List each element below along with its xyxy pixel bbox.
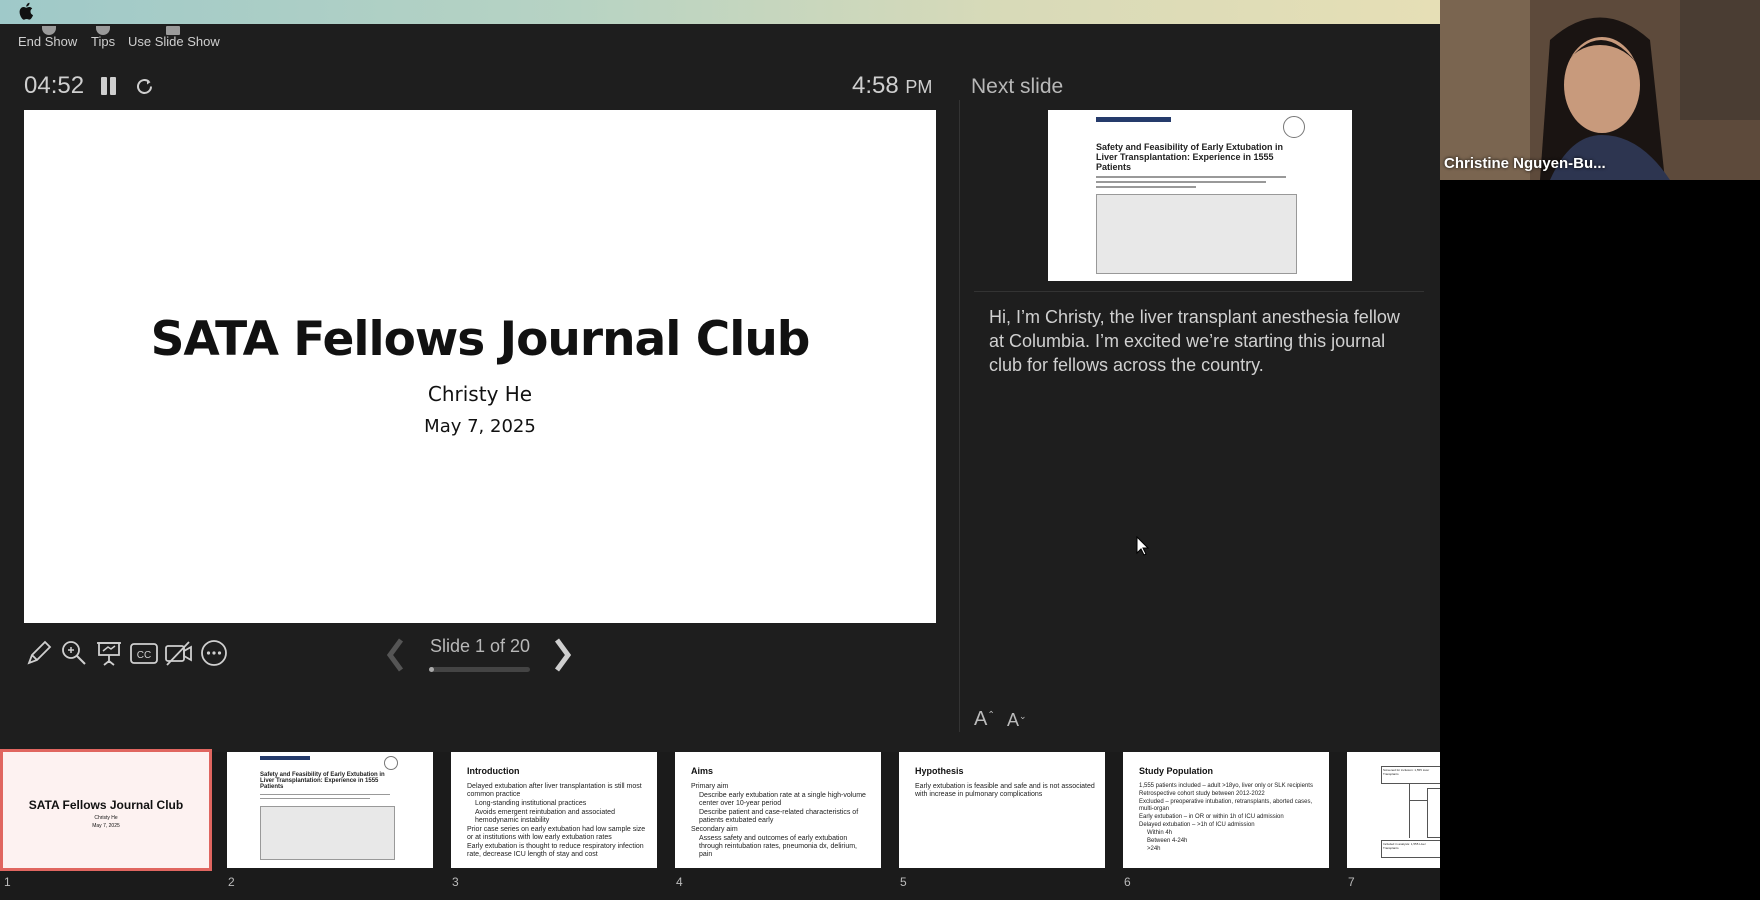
end-show-button[interactable]: End Show	[18, 26, 78, 49]
slide-author: Christy He	[427, 382, 533, 406]
next-slide-button[interactable]	[550, 636, 574, 674]
presenter-toolbar: End Show Tips Use Slide Show	[0, 24, 1440, 58]
thumb-title: Study Population	[1139, 766, 1213, 776]
thumb-bullets: Primary aim Describe early extubation ra…	[691, 783, 866, 858]
pen-tool-button[interactable]	[24, 638, 54, 670]
participant-avatar	[1440, 0, 1760, 180]
slide-counter: Slide 1 of 20	[429, 636, 531, 656]
thumb-title: Introduction	[467, 766, 520, 776]
thumb-title: Hypothesis	[915, 766, 964, 776]
thumb-number: 5	[900, 875, 907, 889]
slide-thumbnail-7[interactable]: Screened for inclusion: 1,555 Liver Tran…	[1347, 752, 1440, 868]
more-options-button[interactable]	[199, 638, 229, 670]
tips-button[interactable]: Tips	[91, 26, 116, 49]
end-show-label: End Show	[18, 34, 78, 49]
increase-font-icon: A	[974, 708, 988, 730]
next-slide-label: Next slide	[971, 75, 1064, 98]
camera-off-icon	[165, 641, 192, 666]
elapsed-timer: 04:52	[24, 72, 85, 99]
journal-seal-icon	[384, 756, 398, 770]
slide-thumbnail-2[interactable]: Safety and Feasibility of Early Extubati…	[227, 752, 433, 868]
captions-button[interactable]: CC	[129, 638, 159, 670]
apple-logo-icon[interactable]	[19, 2, 35, 20]
previous-slide-button[interactable]	[384, 636, 408, 674]
slide-thumbnail-3[interactable]: Introduction Delayed extubation after li…	[451, 752, 657, 868]
current-slide[interactable]: SATA Fellows Journal Club Christy He May…	[24, 110, 936, 623]
decrease-font-icon: A	[1007, 710, 1020, 730]
next-slide-preview[interactable]: Safety and Feasibility of Early Extubati…	[1048, 110, 1352, 281]
thumb-flow-box: Screened for inclusion: 1,555 Liver Tran…	[1381, 766, 1440, 784]
thumb-paper-title: Safety and Feasibility of Early Extubati…	[260, 772, 385, 790]
magnifier-icon	[62, 641, 86, 665]
cc-icon: CC	[130, 643, 158, 664]
svg-text:CC: CC	[137, 650, 151, 661]
use-slide-show-button[interactable]: Use Slide Show	[128, 26, 220, 49]
pause-icon	[101, 77, 107, 95]
thumb-number: 4	[676, 875, 683, 889]
menu-bar	[0, 0, 1440, 24]
slide-progress-bar	[429, 667, 530, 672]
slide-thumbnail-5[interactable]: Hypothesis Early extubation is feasible …	[899, 752, 1105, 868]
slide-thumbnail-6[interactable]: Study Population 1,555 patients included…	[1123, 752, 1329, 868]
participant-name: Christine Nguyen-Bu...	[1444, 155, 1606, 172]
next-slide-paper-title: Safety and Feasibility of Early Extubati…	[1096, 142, 1284, 172]
tips-label: Tips	[91, 34, 116, 49]
thumb-flow-box: Included in analysis: 1,555 Liver Transp…	[1381, 840, 1440, 858]
pen-icon	[27, 640, 52, 665]
thumb-number: 1	[4, 875, 11, 889]
slide-progress-fill	[429, 667, 435, 672]
pause-timer-button[interactable]	[101, 77, 117, 95]
video-panel-background	[1440, 180, 1760, 900]
journal-banner	[1096, 117, 1171, 122]
thumb-number: 7	[1348, 875, 1355, 889]
camera-toggle-button[interactable]	[164, 638, 194, 670]
increase-font-button[interactable]: A⌃	[974, 708, 995, 731]
thumb-number: 2	[228, 875, 235, 889]
slide-title: SATA Fellows Journal Club	[150, 312, 811, 367]
presenter-view: End Show Tips Use Slide Show 04:52 4:58 …	[0, 0, 1440, 900]
abstract-box	[1096, 194, 1297, 274]
slide-date: May 7, 2025	[424, 416, 536, 437]
thumb-title: Aims	[691, 766, 714, 776]
thumb-bullets: Early extubation is feasible and safe an…	[915, 783, 1095, 798]
slide-show-icon	[166, 26, 180, 35]
pane-divider[interactable]	[959, 100, 960, 732]
thumb-author: Christy He	[94, 815, 118, 821]
thumb-title: SATA Fellows Journal Club	[28, 798, 184, 812]
clock-time: 4:58	[852, 72, 899, 99]
laser-pointer-button[interactable]	[94, 638, 124, 670]
notes-divider	[974, 291, 1424, 292]
decrease-font-button[interactable]: A⌄	[1007, 710, 1027, 731]
more-icon	[201, 640, 227, 666]
presentation-pointer-icon	[97, 642, 121, 666]
participant-video[interactable]: Christine Nguyen-Bu...	[1440, 0, 1760, 180]
slide-thumbnail-1[interactable]: SATA Fellows Journal Club Christy He May…	[0, 749, 212, 871]
zoom-button[interactable]	[59, 638, 89, 670]
thumb-bullets: 1,555 patients included – adult >18yo, l…	[1139, 783, 1313, 852]
use-slide-show-label: Use Slide Show	[128, 34, 220, 49]
restart-timer-icon[interactable]	[134, 76, 155, 97]
thumb-date: May 7, 2025	[92, 823, 120, 829]
mouse-pointer-icon	[1136, 536, 1150, 556]
thumb-number: 6	[1124, 875, 1131, 889]
thumb-bullets: Delayed extubation after liver transplan…	[467, 783, 646, 858]
slide-thumbnail-strip: SATA Fellows Journal Club Christy He May…	[0, 749, 1440, 900]
clock-ampm: PM	[905, 77, 933, 97]
slide-thumbnail-4[interactable]: Aims Primary aim Describe early extubati…	[675, 752, 881, 868]
speaker-notes[interactable]: Hi, I’m Christy, the liver transplant an…	[989, 305, 1419, 377]
thumb-number: 3	[452, 875, 459, 889]
journal-seal-icon	[1283, 116, 1305, 138]
current-time: 4:58 PM	[852, 72, 932, 100]
